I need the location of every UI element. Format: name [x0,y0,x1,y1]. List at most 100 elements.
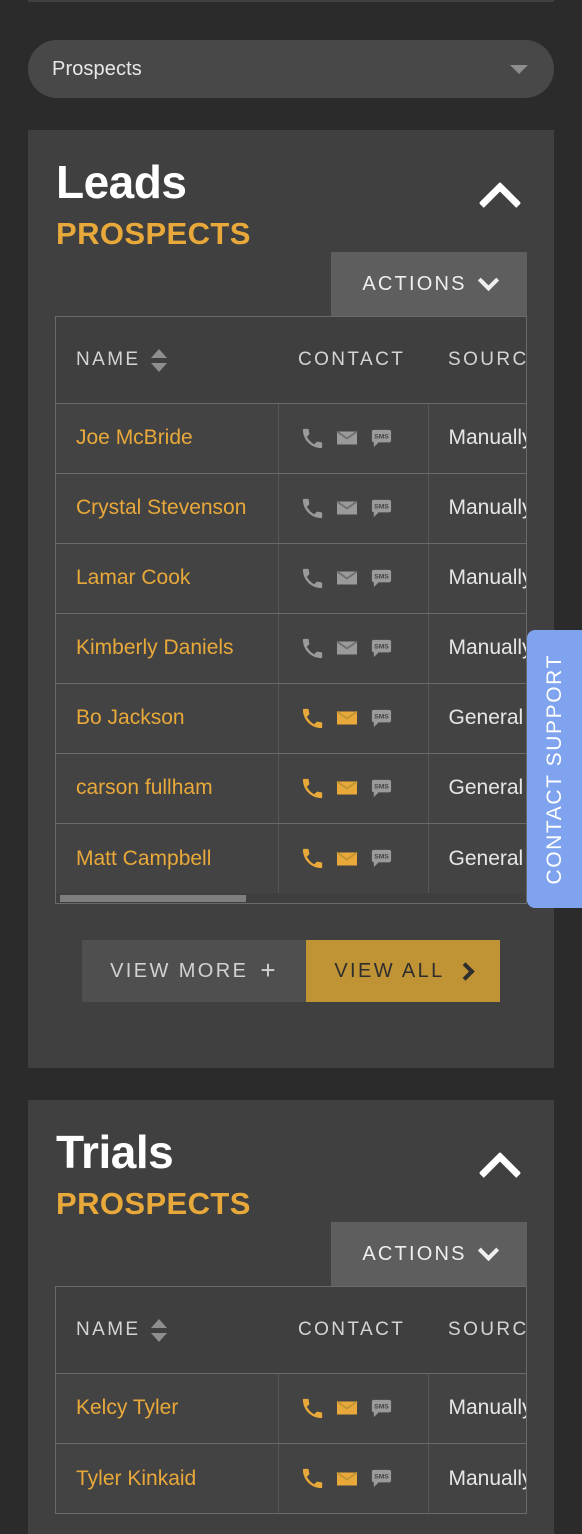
view-more-button[interactable]: VIEW MORE + [82,940,306,1003]
cell-contact: SMS [278,823,429,894]
column-header-name[interactable]: NAME [56,1287,278,1374]
column-header-source: SOURCE [428,1287,526,1374]
cell-contact: SMS [278,543,429,614]
scrollbar-thumb[interactable] [60,895,246,903]
trials-card-header: Trials PROSPECTS [28,1100,554,1222]
cell-contact: SMS [278,753,429,824]
column-header-name[interactable]: NAME [56,317,278,404]
sms-icon[interactable]: SMS [370,847,393,870]
column-header-contact: CONTACT [278,317,428,404]
cell-name[interactable]: Lamar Cook [56,543,279,614]
leads-table-header-row: NAME CONTACT SOURCE [56,317,526,404]
contact-support-tab[interactable]: CONTACT SUPPORT [527,630,582,908]
sms-icon[interactable]: SMS [370,707,393,730]
column-header-contact: CONTACT [278,1287,428,1374]
cell-name[interactable]: Tyler Kinkaid [56,1443,279,1514]
prospects-dashboard: Prospects Leads PROSPECTS ACTIONS NAME C… [0,0,582,1534]
cell-name[interactable]: carson fullham [56,753,279,824]
phone-icon[interactable] [301,567,324,590]
table-row[interactable]: Joe McBride SMS Manually Added [56,403,526,474]
svg-text:SMS: SMS [374,1403,389,1410]
email-icon[interactable] [335,847,359,871]
contact-support-label: CONTACT SUPPORT [542,653,566,885]
phone-icon[interactable] [301,637,324,660]
cell-contact: SMS [278,473,429,544]
column-header-name-label: NAME [76,349,141,371]
sms-icon[interactable]: SMS [370,777,393,800]
sms-icon[interactable]: SMS [370,567,393,590]
view-more-label: VIEW MORE [110,959,249,982]
phone-icon[interactable] [301,497,324,520]
table-row[interactable]: Lamar Cook SMS Manually Added [56,543,526,614]
phone-icon[interactable] [301,847,324,870]
email-icon[interactable] [335,776,359,800]
chevron-up-icon [478,1151,522,1194]
svg-text:SMS: SMS [374,854,389,861]
cell-name[interactable]: Crystal Stevenson [56,473,279,544]
trials-actions-button[interactable]: ACTIONS [331,1222,527,1287]
table-row[interactable]: Kelcy Tyler SMS Manually Added [56,1373,526,1444]
cell-source: Manually Added [428,543,526,614]
trials-table-wrap: NAME CONTACT SOURCE Kelcy Tyler SMS Manual… [55,1286,527,1515]
phone-icon[interactable] [301,427,324,450]
email-icon[interactable] [335,426,359,450]
email-icon[interactable] [335,636,359,660]
cell-contact: SMS [278,1373,429,1444]
table-row[interactable]: Crystal Stevenson SMS Manually Added [56,473,526,544]
cell-source: Manually Added [428,473,526,544]
sms-icon[interactable]: SMS [370,1467,393,1490]
table-row[interactable]: Matt Campbell SMS General [56,823,526,894]
cell-name[interactable]: Kimberly Daniels [56,613,279,684]
table-row[interactable]: Tyler Kinkaid SMS Manually Added [56,1443,526,1514]
phone-icon[interactable] [301,777,324,800]
email-icon[interactable] [335,1396,359,1420]
svg-text:SMS: SMS [374,433,389,440]
phone-icon[interactable] [301,707,324,730]
svg-text:SMS: SMS [374,1474,389,1481]
leads-table-horizontal-scrollbar[interactable] [56,893,526,904]
leads-card-header: Leads PROSPECTS [28,130,554,252]
cell-name[interactable]: Bo Jackson [56,683,279,754]
cell-contact: SMS [278,1443,429,1514]
table-row[interactable]: Kimberly Daniels SMS Manually Added [56,613,526,684]
sms-icon[interactable]: SMS [370,497,393,520]
cell-source: General [428,753,526,824]
trials-table: NAME CONTACT SOURCE Kelcy Tyler SMS Manual… [56,1287,526,1514]
email-icon[interactable] [335,1467,359,1491]
leads-actions-button[interactable]: ACTIONS [331,252,527,317]
cell-contact: SMS [278,403,429,474]
sms-icon[interactable]: SMS [370,427,393,450]
cell-source: Manually Added [428,403,526,474]
cell-contact: SMS [278,613,429,684]
caret-down-icon [510,64,528,74]
trials-collapse-button[interactable] [472,1148,528,1194]
leads-subtitle: PROSPECTS [56,216,251,252]
email-icon[interactable] [335,706,359,730]
phone-icon[interactable] [301,1467,324,1490]
leads-actions-label: ACTIONS [362,272,467,295]
table-row[interactable]: carson fullham SMS General [56,753,526,824]
trials-actions-row: ACTIONS [28,1222,554,1287]
sms-icon[interactable]: SMS [370,637,393,660]
leads-collapse-button[interactable] [472,178,528,224]
svg-text:SMS: SMS [374,783,389,790]
table-row[interactable]: Bo Jackson SMS General [56,683,526,754]
cell-name[interactable]: Kelcy Tyler [56,1373,279,1444]
email-icon[interactable] [335,566,359,590]
sms-icon[interactable]: SMS [370,1397,393,1420]
trials-card: Trials PROSPECTS ACTIONS NAME CONTACT SO… [28,1100,554,1534]
phone-icon[interactable] [301,1397,324,1420]
svg-text:SMS: SMS [374,643,389,650]
trials-actions-label: ACTIONS [362,1242,467,1265]
svg-text:SMS: SMS [374,503,389,510]
leads-table: NAME CONTACT SOURCE Joe McBride SMS Manual… [56,317,526,894]
svg-text:SMS: SMS [374,573,389,580]
view-all-label: VIEW ALL [334,959,445,982]
sort-toggle-icon[interactable] [150,348,167,372]
sort-toggle-icon[interactable] [150,1318,167,1342]
prospects-filter-select[interactable]: Prospects [28,40,554,98]
view-all-button[interactable]: VIEW ALL [306,940,500,1003]
cell-name[interactable]: Matt Campbell [56,823,279,894]
email-icon[interactable] [335,496,359,520]
cell-name[interactable]: Joe McBride [56,403,279,474]
